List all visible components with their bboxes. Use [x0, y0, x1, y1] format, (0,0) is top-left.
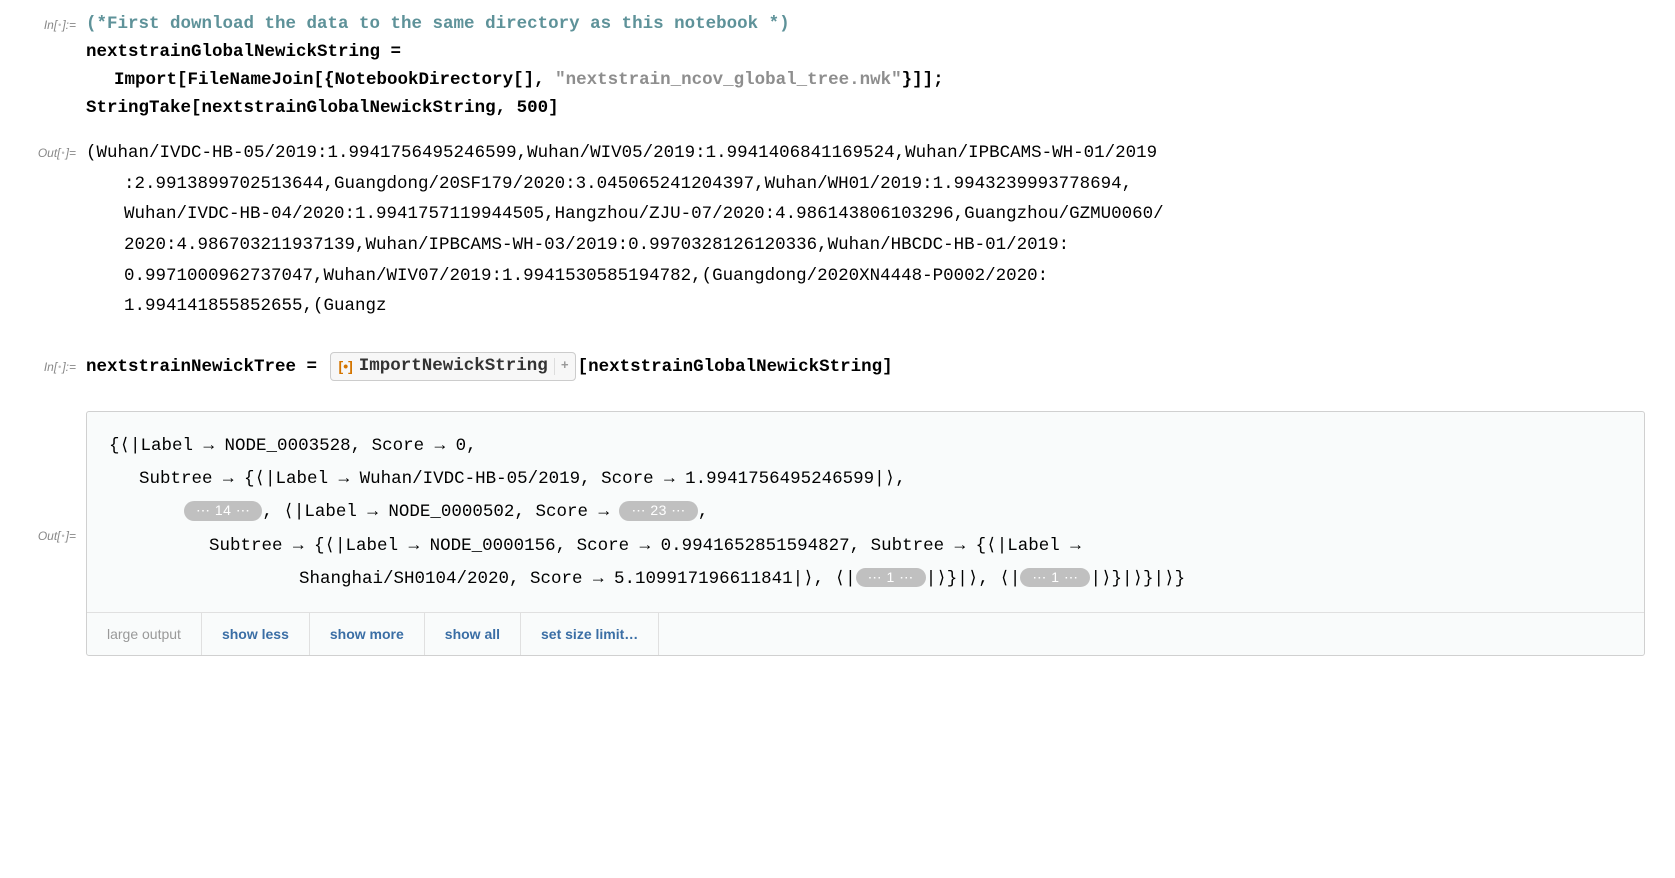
resource-function-badge[interactable]: [•] ImportNewickString +	[330, 352, 576, 381]
output-line: Wuhan/IVDC-HB-04/2020:1.9941757119944505…	[86, 199, 1645, 230]
resource-function-icon: [•]	[339, 357, 353, 375]
elided-pill[interactable]: ⋯ 1 ⋯	[1020, 568, 1090, 588]
input-cell-2: In[•]:= nextstrainNewickTree = [•] Import…	[10, 352, 1645, 381]
in-label: In[•]:=	[10, 10, 86, 35]
input-2-code[interactable]: nextstrainNewickTree = [•] ImportNewickSt…	[86, 352, 1645, 381]
output-cell-2: Out[•]= {⟨|Label → NODE_0003528, Score →…	[10, 411, 1645, 657]
in-label: In[•]:=	[10, 352, 86, 377]
show-all-button[interactable]: show all	[425, 613, 521, 655]
out-label: Out[•]=	[10, 138, 86, 163]
large-output-content: {⟨|Label → NODE_0003528, Score → 0, Subt…	[109, 430, 1622, 596]
output-line: 0.9971000962737047,Wuhan/WIV07/2019:1.99…	[86, 261, 1645, 292]
output-line: Subtree → {⟨|Label → NODE_0000156, Score…	[109, 530, 1622, 563]
show-less-button[interactable]: show less	[202, 613, 310, 655]
output-line: :2.9913899702513644,Guangdong/20SF179/20…	[86, 169, 1645, 200]
out-label: Out[•]=	[10, 521, 86, 546]
input-1-code[interactable]: (*First download the data to the same di…	[86, 10, 1645, 122]
code-text: nextstrainNewickTree =	[86, 357, 328, 377]
code-line: Import[FileNameJoin[{NotebookDirectory[]…	[86, 66, 1645, 94]
code-line: nextstrainGlobalNewickString =	[86, 38, 1645, 66]
output-1-text: (Wuhan/IVDC-HB-05/2019:1.994175649524659…	[86, 138, 1645, 322]
code-line: StringTake[nextstrainGlobalNewickString,…	[86, 94, 1645, 122]
elided-pill[interactable]: ⋯ 1 ⋯	[856, 568, 926, 588]
output-line: (Wuhan/IVDC-HB-05/2019:1.994175649524659…	[86, 138, 1645, 169]
output-line: 2020:4.986703211937139,Wuhan/IPBCAMS-WH-…	[86, 230, 1645, 261]
code-text: [nextstrainGlobalNewickString]	[578, 357, 893, 377]
large-output-footer: large output show less show more show al…	[87, 612, 1644, 655]
resource-function-name: ImportNewickString	[359, 355, 548, 378]
elided-pill[interactable]: ⋯ 23 ⋯	[619, 501, 697, 521]
output-cell-1: Out[•]= (Wuhan/IVDC-HB-05/2019:1.9941756…	[10, 138, 1645, 322]
output-line: {⟨|Label → NODE_0003528, Score → 0,	[109, 430, 1622, 463]
output-line: Subtree → {⟨|Label → Wuhan/IVDC-HB-05/20…	[109, 463, 1622, 496]
input-cell-1: In[•]:= (*First download the data to the…	[10, 10, 1645, 122]
large-output-label: large output	[87, 613, 202, 655]
elided-pill[interactable]: ⋯ 14 ⋯	[184, 501, 262, 521]
code-comment: (*First download the data to the same di…	[86, 10, 1645, 38]
output-2-box-wrap: {⟨|Label → NODE_0003528, Score → 0, Subt…	[86, 411, 1645, 657]
output-line: Shanghai/SH0104/2020, Score → 5.10991719…	[109, 563, 1622, 596]
expand-icon[interactable]: +	[554, 358, 569, 375]
set-size-limit-button[interactable]: set size limit…	[521, 613, 659, 655]
output-line: 1.994141855852655,(Guangz	[86, 291, 1645, 322]
output-line: ⋯ 14 ⋯, ⟨|Label → NODE_0000502, Score → …	[109, 496, 1622, 529]
show-more-button[interactable]: show more	[310, 613, 425, 655]
large-output-box: {⟨|Label → NODE_0003528, Score → 0, Subt…	[86, 411, 1645, 657]
